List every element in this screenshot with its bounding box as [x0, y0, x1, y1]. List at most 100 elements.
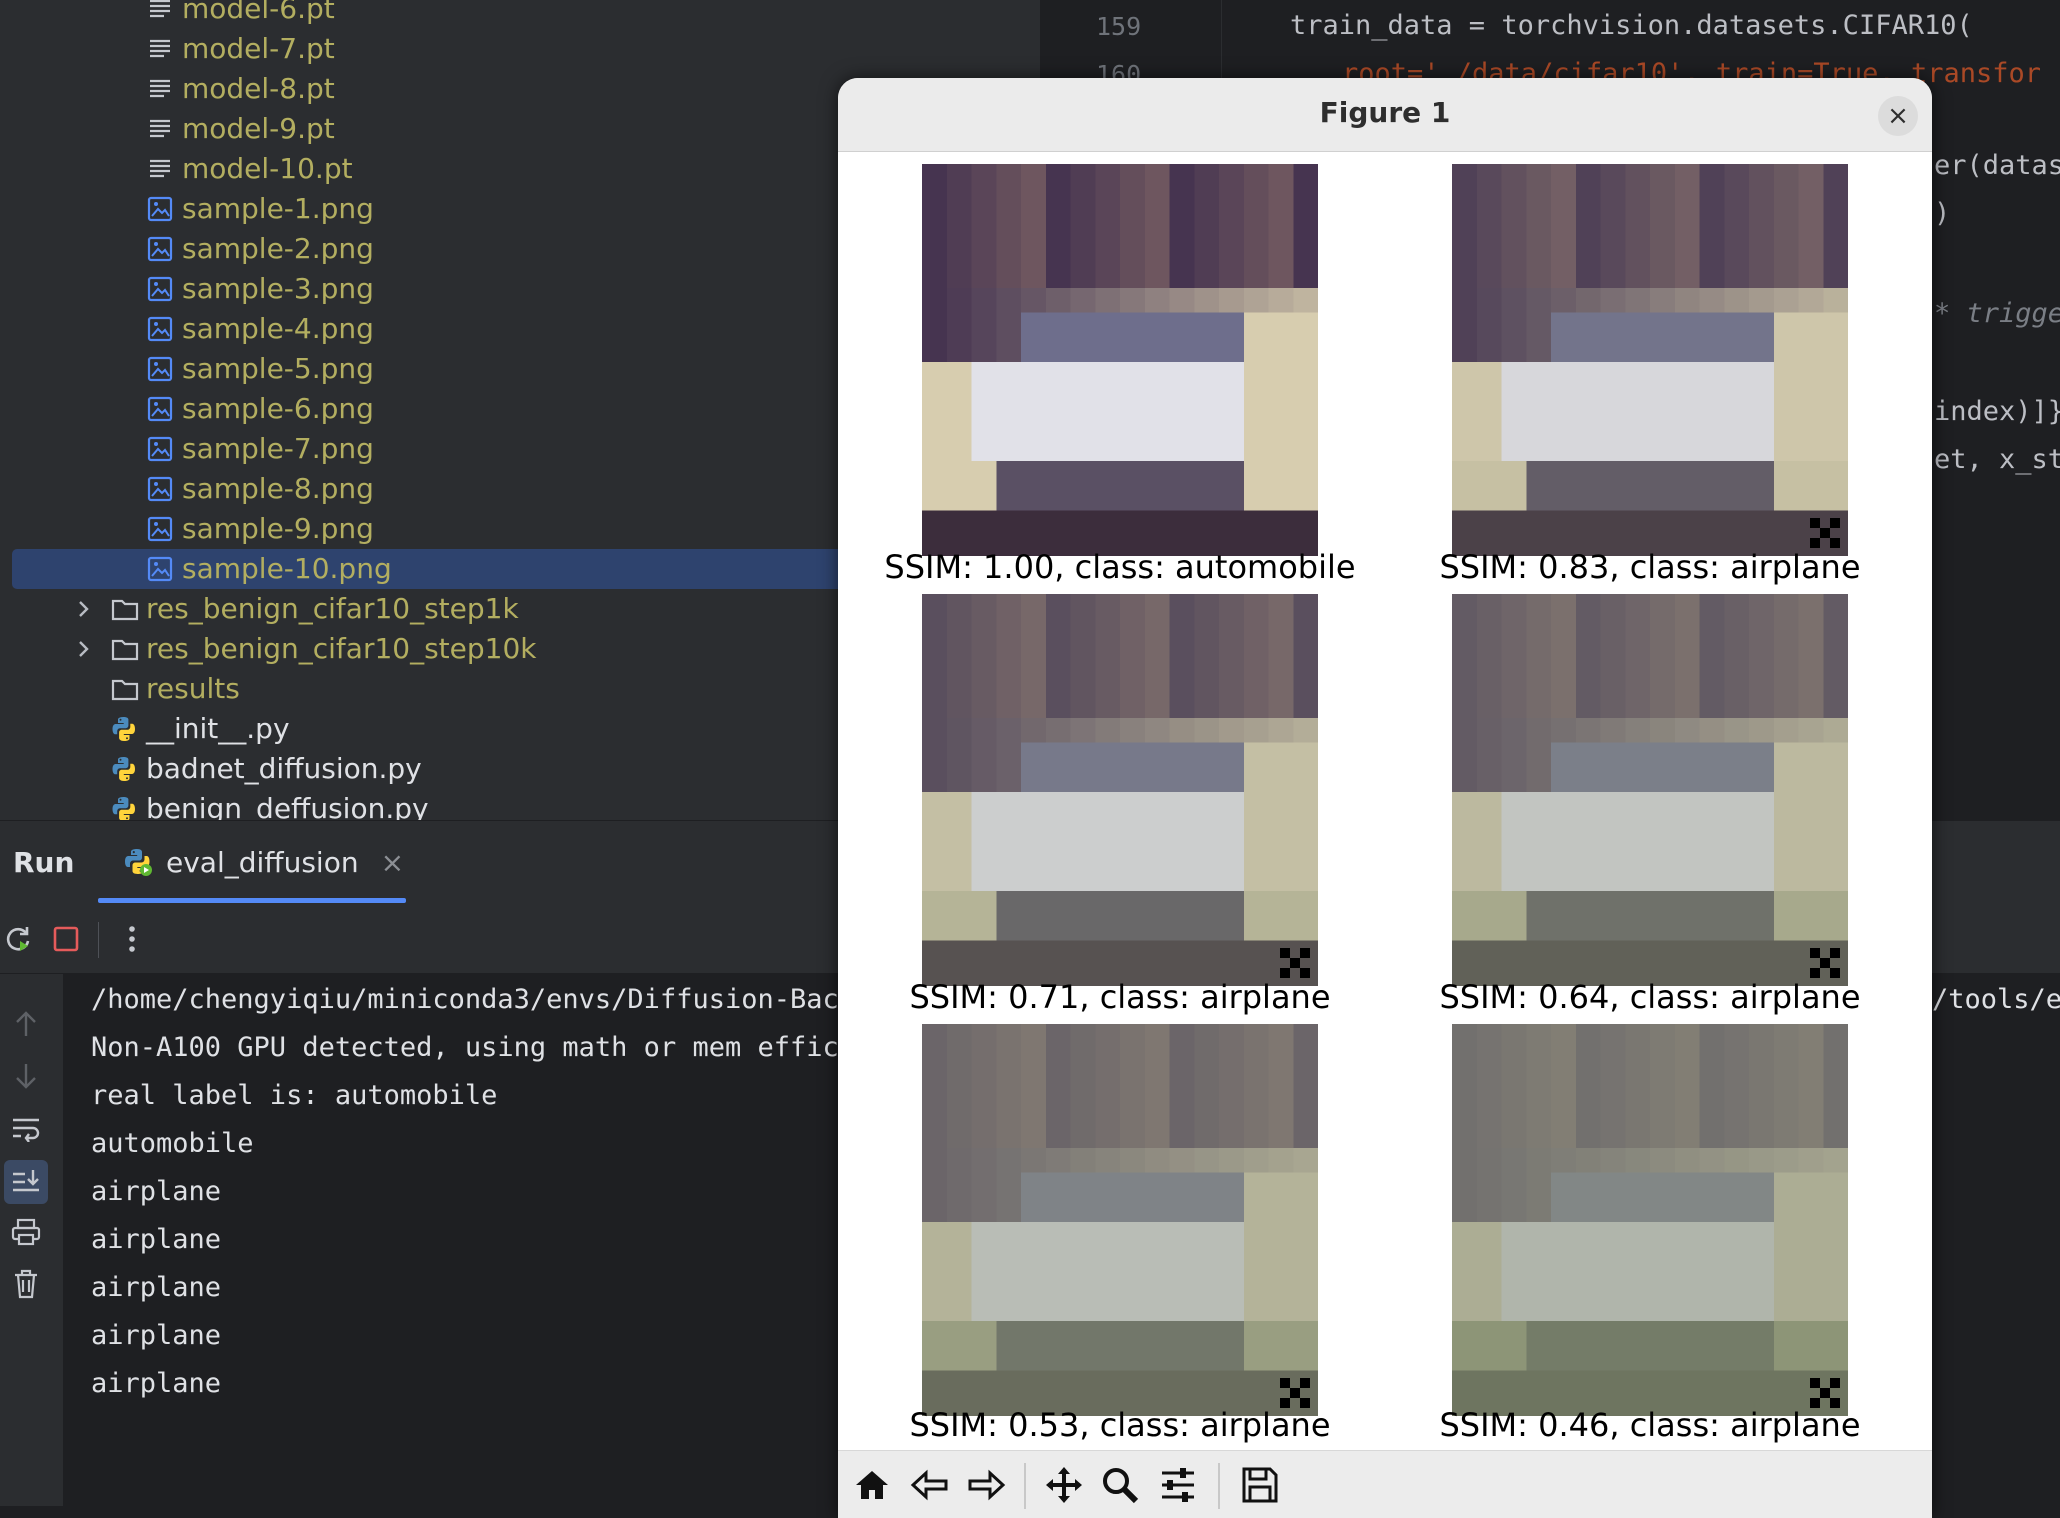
tree-item-model-6-pt[interactable]: model-6.pt: [0, 0, 1040, 29]
code-fragment: er(datas: [1934, 150, 2060, 181]
code-fragment: et, x_st: [1934, 444, 2060, 475]
soft-wrap-icon[interactable]: [8, 1110, 44, 1146]
tree-item-label: sample-10.png: [182, 552, 392, 585]
tree-item-label: sample-3.png: [182, 272, 374, 305]
console-line: airplane: [91, 1176, 222, 1207]
tree-item-label: sample-2.png: [182, 232, 374, 265]
text-file-icon: [146, 155, 174, 183]
tree-item-label: sample-1.png: [182, 192, 374, 225]
stop-icon[interactable]: [48, 921, 84, 957]
close-icon[interactable]: ×: [1878, 96, 1918, 136]
configure-icon[interactable]: [1154, 1461, 1202, 1509]
console-line: airplane: [91, 1272, 222, 1303]
text-file-icon: [146, 115, 174, 143]
tree-item-label: model-10.pt: [182, 152, 353, 185]
pan-icon[interactable]: [1040, 1461, 1088, 1509]
image-file-icon: [146, 475, 174, 503]
chevron-right-icon[interactable]: [70, 596, 96, 622]
tree-item-label: model-9.pt: [182, 112, 335, 145]
figure-toolbar: [838, 1450, 1932, 1518]
folder-icon: [110, 635, 139, 663]
sample-caption: SSIM: 0.53, class: airplane: [909, 1406, 1331, 1444]
sample-image: [922, 594, 1318, 986]
console-line: airplane: [91, 1320, 222, 1351]
text-file-icon: [146, 35, 174, 63]
save-icon[interactable]: [1236, 1461, 1284, 1509]
chevron-right-icon[interactable]: [70, 636, 96, 662]
run-sidebar: [0, 974, 64, 1506]
console-line: /home/chengyiqiu/miniconda3/envs/Diffusi…: [91, 984, 856, 1015]
sample-caption: SSIM: 0.71, class: airplane: [909, 978, 1331, 1016]
console-line: automobile: [91, 1128, 254, 1159]
rerun-icon[interactable]: [0, 921, 36, 957]
tree-item-label: badnet_diffusion.py: [146, 752, 422, 785]
console-line-overflow: /tools/e: [1932, 984, 2060, 1015]
figure-title: Figure 1: [1319, 96, 1451, 129]
more-options-icon[interactable]: [114, 921, 150, 957]
tree-item-label: sample-8.png: [182, 472, 374, 505]
text-file-icon: [146, 75, 174, 103]
image-file-icon: [146, 435, 174, 463]
console-line: airplane: [91, 1224, 222, 1255]
run-tab-label: eval_diffusion: [166, 845, 359, 879]
sample-image: [1452, 164, 1848, 556]
code-comment: * trigge: [1934, 298, 2060, 329]
tree-item-label: sample-4.png: [182, 312, 374, 345]
sample-caption: SSIM: 0.83, class: airplane: [1439, 548, 1861, 586]
code-fragment: ): [1934, 198, 1951, 229]
home-icon[interactable]: [848, 1461, 896, 1509]
trash-icon[interactable]: [8, 1266, 44, 1302]
tree-item-label: res_benign_cifar10_step10k: [146, 632, 537, 665]
active-tab-indicator: [98, 898, 406, 903]
zoom-icon[interactable]: [1096, 1461, 1144, 1509]
scroll-to-end-icon[interactable]: [4, 1160, 48, 1204]
tree-item-label: sample-6.png: [182, 392, 374, 425]
code-line-159[interactable]: train_data = torchvision.datasets.CIFAR1…: [1290, 10, 1973, 41]
run-panel-title: Run: [13, 846, 75, 879]
sample-image: [1452, 1024, 1848, 1416]
tree-item-label: model-6.pt: [182, 0, 335, 25]
toolbar-separator: [1218, 1463, 1220, 1509]
tree-item-label: sample-7.png: [182, 432, 374, 465]
scroll-down-icon[interactable]: [8, 1058, 44, 1094]
back-icon[interactable]: [906, 1461, 954, 1509]
image-file-icon: [146, 275, 174, 303]
scroll-up-icon[interactable]: [8, 1006, 44, 1042]
tree-item-label: results: [146, 672, 240, 705]
image-file-icon: [146, 395, 174, 423]
image-file-icon: [146, 355, 174, 383]
python-file-icon: [110, 755, 138, 783]
python-file-icon: [110, 715, 138, 743]
image-file-icon: [146, 235, 174, 263]
run-tab-eval-diffusion[interactable]: eval_diffusion ×: [122, 844, 404, 880]
tree-item-label: sample-5.png: [182, 352, 374, 385]
sample-caption: SSIM: 1.00, class: automobile: [884, 548, 1356, 586]
console-line: Non-A100 GPU detected, using math or mem…: [91, 1032, 856, 1063]
tree-item-label: res_benign_cifar10_step1k: [146, 592, 519, 625]
tree-item-model-7-pt[interactable]: model-7.pt: [0, 29, 1040, 69]
print-icon[interactable]: [8, 1214, 44, 1250]
image-file-icon: [146, 515, 174, 543]
sample-caption: SSIM: 0.64, class: airplane: [1439, 978, 1861, 1016]
close-icon[interactable]: ×: [381, 846, 404, 879]
folder-icon: [110, 675, 139, 703]
console-line: airplane: [91, 1368, 222, 1399]
sample-image: [922, 1024, 1318, 1416]
console-line: real label is: automobile: [91, 1080, 498, 1111]
sample-image: [922, 164, 1318, 556]
figure-window[interactable]: Figure 1 × SSIM: 1.00, class: automobile…: [838, 78, 1932, 1518]
python-file-icon: [110, 795, 138, 823]
folder-icon: [110, 595, 139, 623]
forward-icon[interactable]: [962, 1461, 1010, 1509]
text-file-icon: [146, 0, 174, 23]
line-number: 159: [1096, 12, 1142, 41]
tree-item-label: __init__.py: [146, 712, 290, 745]
toolbar-divider: [98, 922, 99, 958]
code-fragment: index)]}: [1934, 396, 2060, 427]
tree-item-label: model-8.pt: [182, 72, 335, 105]
image-file-icon: [146, 195, 174, 223]
tree-item-label: model-7.pt: [182, 32, 335, 65]
toolbar-separator: [1024, 1463, 1026, 1509]
image-file-icon: [146, 555, 174, 583]
figure-titlebar[interactable]: Figure 1 ×: [838, 78, 1932, 152]
